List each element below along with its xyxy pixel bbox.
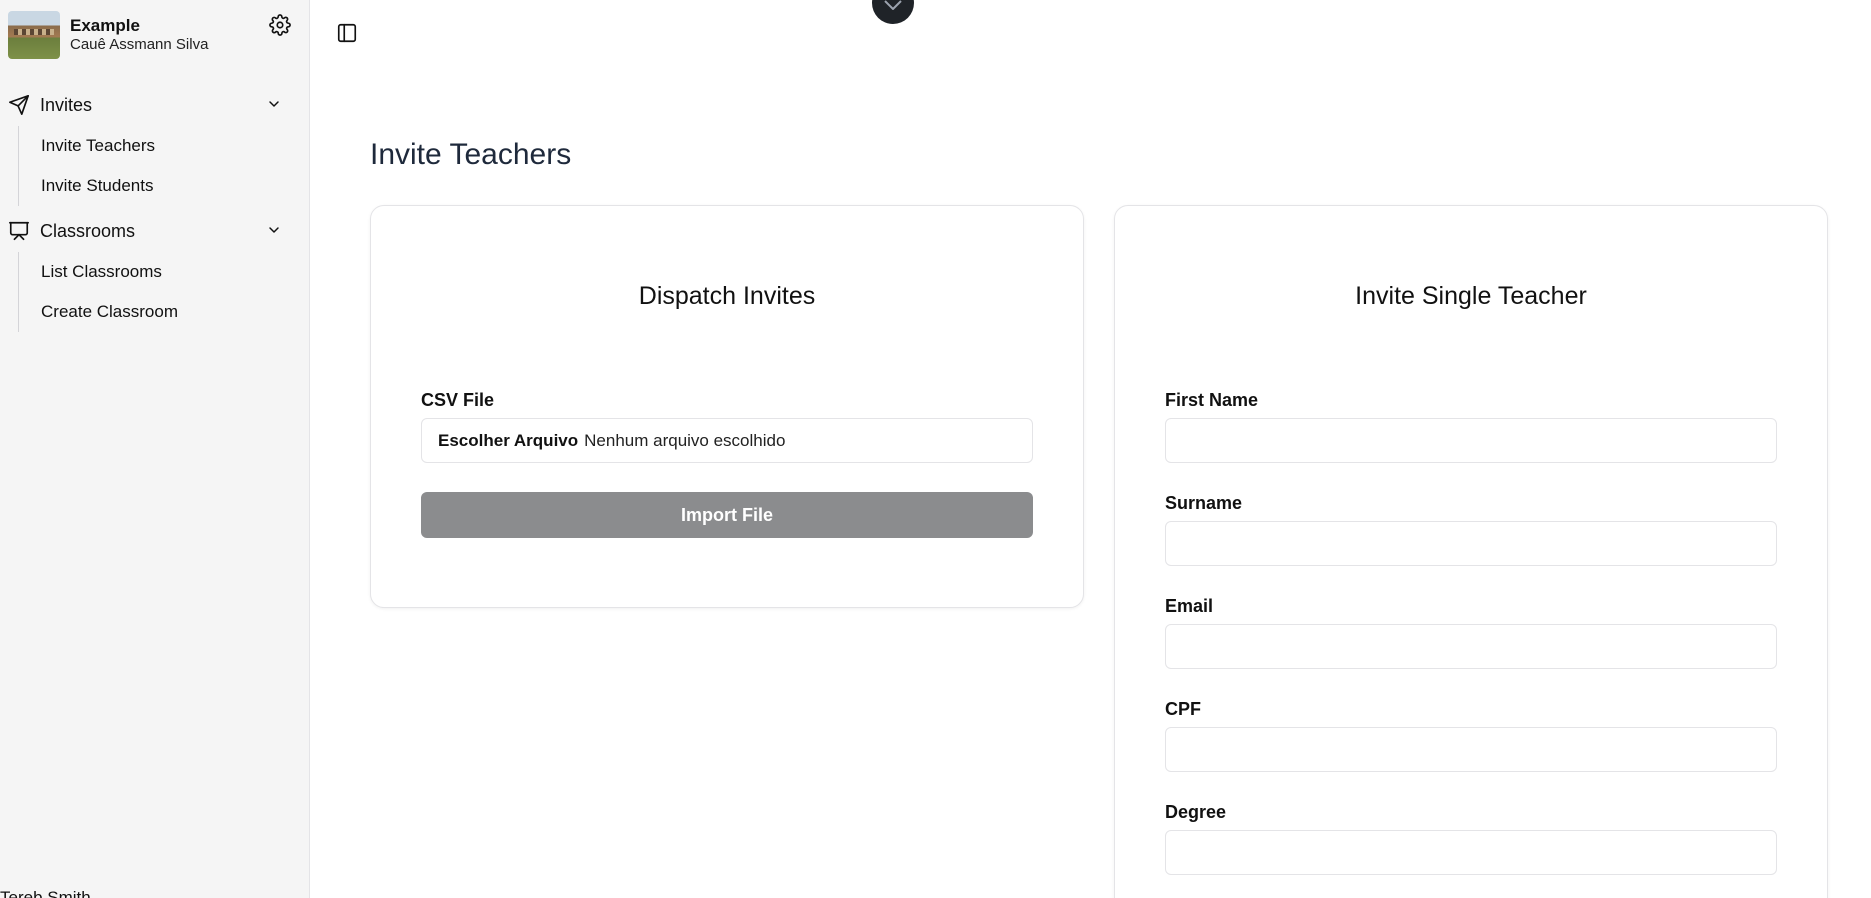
devtools-button[interactable]: [872, 0, 914, 24]
sidebar-item-create-classroom[interactable]: Create Classroom: [19, 292, 298, 332]
nav-group-label: Invites: [40, 94, 93, 115]
nav-group-invites[interactable]: Invites: [8, 91, 298, 119]
sidebar: Example Cauê Assmann Silva Invites Invit…: [0, 0, 310, 898]
first-name-field[interactable]: [1165, 418, 1777, 463]
sidebar-toggle-icon[interactable]: [336, 22, 358, 44]
file-status-text: Nenhum arquivo escolhido: [584, 430, 786, 450]
org-name: Example: [70, 16, 140, 35]
chevron-down-icon: [269, 227, 279, 233]
send-icon: [9, 95, 29, 115]
gear-icon[interactable]: [269, 14, 291, 36]
card-title: Dispatch Invites: [638, 282, 816, 310]
sidebar-item-list-classrooms[interactable]: List Classrooms: [19, 252, 298, 292]
dispatch-invites-card: Dispatch Invites CSV File Escolher Arqui…: [370, 205, 1084, 608]
nav-group-classrooms[interactable]: Classrooms: [8, 217, 298, 245]
subnav-invites: Invite Teachers Invite Students: [18, 126, 298, 206]
csv-file-input[interactable]: Escolher Arquivo Nenhum arquivo escolhid…: [421, 418, 1033, 463]
first-name-label: First Name: [1165, 390, 1259, 410]
cpf-label: CPF: [1165, 699, 1201, 719]
sidebar-item-invite-students[interactable]: Invite Students: [19, 166, 298, 206]
degree-label: Degree: [1165, 802, 1227, 822]
chevron-down-icon: [884, 0, 902, 10]
presentation-icon: [9, 221, 29, 241]
app-root: Example Cauê Assmann Silva Invites Invit…: [0, 0, 1871, 898]
invite-single-teacher-card: Invite Single Teacher First Name Surname…: [1114, 205, 1828, 898]
org-switcher[interactable]: Example Cauê Assmann Silva: [8, 10, 302, 60]
csv-file-label: CSV File: [421, 390, 495, 410]
email-label: Email: [1165, 596, 1214, 616]
nav-group-label: Classrooms: [40, 220, 136, 241]
import-file-button[interactable]: Import File: [421, 492, 1033, 538]
org-avatar: [8, 11, 60, 59]
chevron-down-icon: [269, 101, 279, 107]
cpf-field[interactable]: [1165, 727, 1777, 772]
sidebar-item-invite-teachers[interactable]: Invite Teachers: [19, 126, 298, 166]
degree-field[interactable]: [1165, 830, 1777, 875]
user-name: Cauê Assmann Silva: [70, 36, 209, 53]
page-title: Invite Teachers: [370, 138, 572, 171]
email-field[interactable]: [1165, 624, 1777, 669]
subnav-classrooms: List Classrooms Create Classroom: [18, 252, 298, 332]
surname-label: Surname: [1165, 493, 1243, 513]
choose-file-button[interactable]: Escolher Arquivo: [438, 431, 578, 451]
surname-field[interactable]: [1165, 521, 1777, 566]
card-title: Invite Single Teacher: [1355, 282, 1587, 310]
sidebar-footer-user[interactable]: Tereb Smith: [0, 888, 91, 898]
